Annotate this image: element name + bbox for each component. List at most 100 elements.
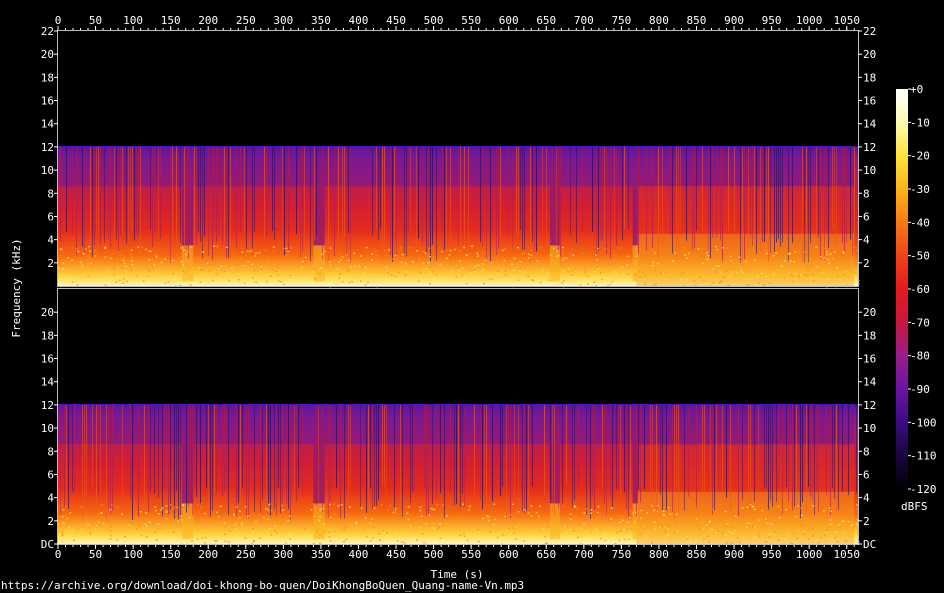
speckle — [180, 542, 183, 544]
y-tick-label-left: 16 — [41, 353, 54, 366]
speckle — [816, 266, 819, 268]
speckle — [273, 509, 276, 511]
speckle — [200, 506, 203, 509]
speckle — [693, 280, 696, 282]
speckle — [836, 266, 839, 269]
speckle — [360, 260, 363, 263]
y-tick-label-right: 20 — [863, 48, 876, 61]
speckle — [791, 253, 794, 255]
speckle — [622, 538, 625, 540]
speckle — [567, 271, 570, 273]
y-tick-label-right: 6 — [863, 468, 870, 481]
speckle — [277, 280, 280, 282]
speckle — [63, 268, 66, 270]
speckle — [656, 504, 659, 507]
speckle — [619, 247, 622, 249]
speckle — [810, 277, 813, 279]
speckle — [179, 284, 182, 287]
speckle — [772, 254, 775, 257]
speckle — [519, 260, 522, 263]
speckle — [688, 542, 691, 544]
speckle — [806, 274, 809, 277]
speckle — [359, 280, 362, 282]
speckle — [178, 539, 181, 542]
speckle — [419, 526, 422, 528]
speckle — [165, 510, 168, 512]
speckle — [741, 507, 744, 509]
speckle — [350, 266, 353, 268]
speckle — [314, 277, 317, 280]
speckle — [135, 528, 138, 530]
speckle — [726, 523, 729, 525]
speckle — [764, 503, 767, 505]
speckle — [700, 512, 703, 514]
speckle — [785, 515, 788, 517]
speckle — [130, 269, 133, 271]
speckle — [430, 516, 433, 518]
speckle — [597, 505, 600, 508]
speckle — [208, 270, 211, 272]
speckle — [780, 265, 783, 267]
speckle — [593, 270, 596, 273]
y-tick-label-left: 18 — [41, 329, 54, 342]
speckle — [599, 272, 602, 274]
speckle — [797, 519, 800, 521]
speckle — [541, 269, 544, 271]
speckle — [842, 252, 845, 254]
speckle — [573, 530, 576, 532]
speckle — [138, 251, 141, 253]
speckle — [341, 534, 344, 537]
speckle — [530, 515, 533, 517]
speckle — [812, 527, 815, 530]
speckle — [81, 251, 84, 254]
speckle — [245, 276, 248, 279]
speckle — [187, 266, 190, 269]
speckle — [144, 512, 147, 514]
speckle — [404, 274, 407, 276]
speckle — [662, 510, 665, 512]
loud-section-mid — [636, 186, 855, 234]
speckle — [338, 277, 341, 280]
speckle — [758, 540, 761, 543]
speckle — [217, 245, 220, 248]
speckle — [211, 279, 214, 282]
speckle — [212, 517, 215, 520]
speckle — [394, 275, 397, 278]
speckle — [289, 246, 292, 249]
speckle — [819, 256, 822, 258]
speckle — [279, 263, 282, 265]
speckle — [291, 258, 294, 260]
speckle — [501, 534, 504, 536]
speckle — [90, 266, 93, 268]
speckle — [761, 509, 764, 512]
speckle — [364, 516, 367, 519]
speckle — [204, 513, 207, 516]
speckle — [95, 251, 98, 254]
speckle — [358, 265, 361, 267]
speckle — [332, 281, 335, 284]
speckle — [659, 271, 662, 274]
speckle — [642, 542, 645, 544]
speckle — [73, 539, 76, 542]
speckle — [456, 516, 459, 519]
speckle — [769, 268, 772, 270]
speckle — [686, 538, 689, 540]
speckle — [212, 245, 215, 247]
x-tick-label-bottom: 950 — [762, 548, 782, 561]
x-tick-label-top: 750 — [611, 14, 631, 27]
speckle — [511, 539, 514, 541]
speckle — [609, 283, 612, 286]
speckle — [109, 530, 112, 532]
speckle — [639, 247, 642, 250]
y-tick-label-left: 12 — [41, 141, 54, 154]
speckle — [155, 539, 158, 541]
speckle — [64, 505, 67, 508]
speckle — [182, 263, 185, 266]
speckle — [282, 509, 285, 512]
speckle — [369, 522, 372, 525]
speckle — [228, 279, 231, 282]
x-tick-label-top: 800 — [649, 14, 669, 27]
speckle — [463, 532, 466, 534]
speckle — [322, 511, 325, 513]
speckle — [485, 521, 488, 523]
